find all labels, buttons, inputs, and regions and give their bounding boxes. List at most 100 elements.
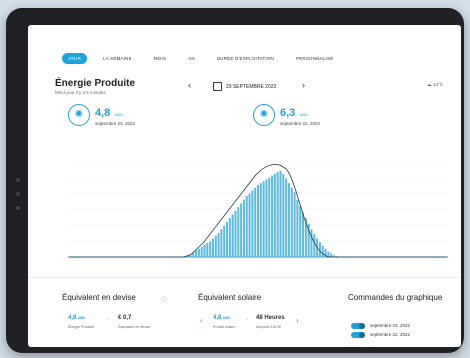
solar-panel-icon: ✺ [68, 103, 90, 126]
next-date-icon[interactable]: › [302, 80, 305, 90]
info-icon[interactable]: ⓘ [161, 295, 167, 304]
update-status: Mis à jour il y a 5 minutes [55, 90, 106, 95]
bar [234, 210, 237, 257]
range-tabs: JOUR LA SEMAINE MOIS AN DURÉE D'EXPLOITA… [62, 53, 339, 64]
currency-produced-number: 4,8 [68, 315, 77, 321]
bar [237, 207, 240, 257]
stat-unit: kWh [299, 112, 308, 117]
solar-hours-value: 48 Heures [256, 315, 285, 321]
temperature-label: 14°C [432, 82, 443, 87]
stat-yesterday: ✺ 6,3 kWh septembre 22, 2022 [253, 103, 320, 126]
bar [287, 183, 290, 257]
equals-separator: = [246, 317, 248, 321]
stat-today: ✺ 4,8 kWh septembre 23, 2022 [68, 103, 135, 126]
bar [271, 175, 274, 257]
tab-month[interactable]: MOIS [148, 53, 172, 64]
legend-title: Commandes du graphique [348, 293, 443, 302]
tablet-frame: JOUR LA SEMAINE MOIS AN DURÉE D'EXPLOITA… [6, 8, 464, 353]
prev-date-icon[interactable]: ‹ [188, 80, 191, 90]
bar [257, 184, 259, 257]
bar [214, 235, 217, 257]
next-equivalent-icon[interactable]: › [296, 316, 299, 325]
tab-week[interactable]: LA SEMAINE [97, 53, 138, 64]
currency-produced-label: Énergie Produite [68, 325, 95, 329]
bar [268, 177, 271, 257]
divider [28, 277, 461, 278]
app-screen: JOUR LA SEMAINE MOIS AN DURÉE D'EXPLOITA… [28, 25, 461, 347]
bar [228, 218, 231, 257]
solar-hours-label: Ampoule 100 W [256, 325, 281, 329]
sensor-dot [16, 206, 20, 210]
stat-value: 6,3 [280, 107, 296, 119]
bar [262, 181, 265, 257]
date-picker[interactable]: 23 SEPTEMBRE 2022 [213, 82, 276, 91]
camera-dot [16, 178, 20, 182]
tab-day[interactable]: JOUR [62, 53, 88, 64]
bar [282, 173, 285, 257]
bar [321, 245, 324, 257]
bar [203, 244, 206, 257]
bar [330, 253, 333, 257]
bar [254, 187, 257, 257]
bar [223, 225, 226, 257]
equals-separator: = [108, 317, 110, 321]
solar-produced-value: 4,8 kWh [213, 315, 230, 321]
bar [195, 250, 198, 257]
tab-year[interactable]: AN [182, 53, 201, 64]
bar [310, 229, 313, 257]
solar-produced-label: Produit solaire [213, 325, 236, 329]
bar [259, 183, 262, 257]
series-toggle-yesterday[interactable] [351, 332, 365, 338]
bar [290, 187, 293, 257]
page-title: Énergie Produite [55, 78, 136, 89]
sensor-dot [16, 192, 20, 196]
bar [211, 238, 214, 257]
tab-custom[interactable]: PERSONNALISÉ [290, 53, 339, 64]
bar [318, 242, 321, 257]
bar [217, 232, 220, 257]
bar [220, 229, 223, 257]
bar [279, 171, 282, 257]
bar [251, 190, 254, 257]
bar [248, 193, 251, 257]
bar [197, 248, 200, 257]
bar [209, 241, 212, 257]
weather-temperature: ☁ 14°C [427, 82, 443, 87]
bar [285, 178, 288, 257]
solar-produced-number: 4,8 [213, 315, 222, 321]
currency-title: Équivalent en devise [62, 293, 136, 302]
bar [240, 203, 243, 257]
bar [206, 243, 209, 257]
calendar-icon [213, 82, 222, 91]
tab-lifetime[interactable]: DURÉE D'EXPLOITATION [211, 53, 280, 64]
solar-panel-icon: ✺ [253, 103, 275, 126]
solar-title: Équivalent solaire [198, 293, 262, 302]
bar [273, 173, 276, 257]
bar [231, 214, 234, 257]
stat-unit: kWh [114, 112, 123, 117]
bar [293, 192, 296, 257]
bar [299, 206, 302, 257]
bar [302, 212, 305, 257]
stat-date: septembre 22, 2022 [280, 121, 321, 126]
currency-money-value: € 0,7 [118, 315, 132, 321]
stat-value: 4,8 [95, 107, 111, 119]
currency-produced-unit: kWh [78, 316, 86, 320]
bar [226, 221, 229, 257]
legend-item-yesterday: septembre 22, 2022 [370, 332, 411, 337]
bar [296, 199, 299, 257]
bar [265, 179, 268, 257]
series-toggle-today[interactable] [351, 323, 365, 329]
bar [276, 172, 279, 257]
bar [242, 199, 245, 257]
prev-equivalent-icon[interactable]: ‹ [200, 316, 203, 325]
bar [245, 196, 248, 257]
legend-item-today: septembre 23, 2022 [370, 323, 411, 328]
date-label: 23 SEPTEMBRE 2022 [226, 83, 277, 90]
energy-chart [68, 159, 448, 258]
stat-date: septembre 23, 2022 [95, 121, 136, 126]
bar [313, 233, 316, 257]
bar [200, 246, 203, 257]
currency-money-label: Équivalent en devise [118, 325, 151, 329]
solar-produced-unit: kWh [223, 316, 231, 320]
